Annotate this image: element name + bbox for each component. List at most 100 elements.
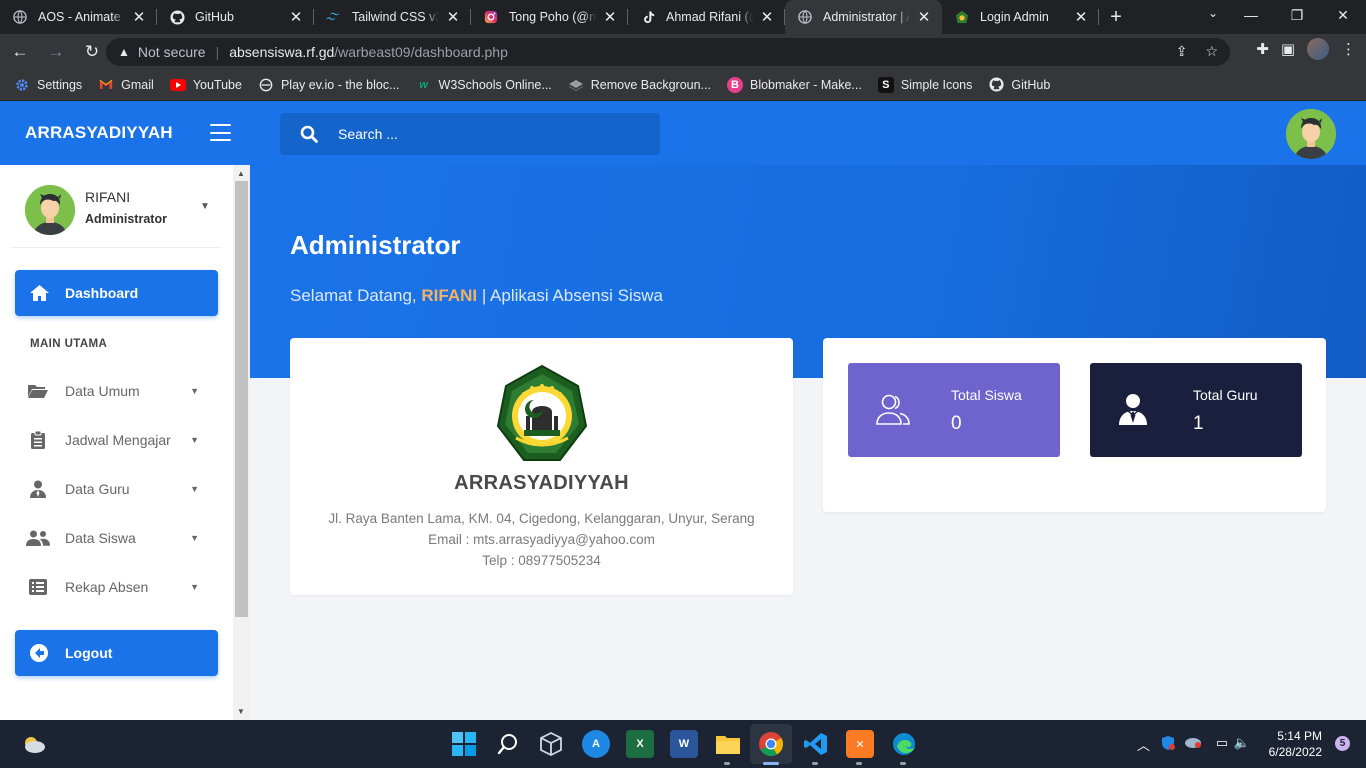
browser-tab[interactable]: AOS - Animate on scroll library ✕ — [0, 0, 157, 34]
address-bar[interactable]: ▲ Not secure | absensiswa.rf.gd/warbeast… — [106, 38, 1230, 66]
bookmark-item[interactable]: Gmail — [98, 77, 154, 93]
sidebar-scrollbar[interactable]: ▲ ▼ — [233, 165, 250, 720]
brand-title[interactable]: ARRASYADIYYAH — [25, 123, 173, 143]
tab-close-icon[interactable]: ✕ — [445, 8, 461, 26]
caret-down-icon: ▼ — [190, 435, 199, 445]
edge-icon[interactable] — [890, 730, 918, 758]
hamburger-menu-icon[interactable] — [210, 124, 231, 141]
bookmark-item[interactable]: S Simple Icons — [877, 76, 972, 93]
system-clock[interactable]: 5:14 PM 6/28/2022 — [1269, 728, 1322, 760]
tab-close-icon[interactable]: ✕ — [602, 8, 618, 26]
browser-tab[interactable]: GitHub ✕ — [157, 0, 314, 34]
gmail-icon — [98, 77, 114, 93]
globe-icon — [797, 9, 813, 25]
school-logo — [494, 364, 590, 464]
scroll-up-icon[interactable]: ▲ — [237, 169, 245, 178]
browser-tab[interactable]: Ahmad Rifani (@rifani) ✕ — [628, 0, 785, 34]
virtualbox-icon[interactable] — [537, 730, 565, 758]
globe-icon — [12, 9, 28, 25]
caret-down-icon: ▼ — [190, 533, 199, 543]
search-icon[interactable] — [280, 125, 338, 143]
side-panel-icon[interactable]: ▣ — [1281, 40, 1295, 58]
running-indicator — [900, 762, 906, 765]
logout-button[interactable]: Logout — [15, 630, 218, 676]
browser-tab[interactable]: Tong Poho (@rifani) ✕ — [471, 0, 628, 34]
tab-close-icon[interactable]: ✕ — [916, 8, 932, 26]
extensions-icon[interactable]: ✚ — [1256, 40, 1269, 58]
tab-close-icon[interactable]: ✕ — [131, 8, 147, 26]
browser-tab-active[interactable]: Administrator | Absensi ✕ — [785, 0, 942, 34]
top-avatar[interactable] — [1286, 109, 1336, 159]
chrome-icon[interactable] — [757, 730, 785, 758]
nav-item-label: Rekap Absen — [65, 579, 149, 595]
bookmark-item[interactable]: GitHub — [988, 77, 1050, 93]
bookmark-item[interactable]: B Blobmaker - Make... — [726, 76, 862, 93]
users-icon — [25, 530, 50, 546]
tray-overflow-icon[interactable]: ︿ — [1137, 735, 1150, 754]
welcome-text: Selamat Datang, RIFANI | Aplikasi Absens… — [290, 286, 663, 306]
notification-badge[interactable]: 5 — [1335, 736, 1350, 751]
excel-icon[interactable]: X — [626, 730, 654, 758]
share-icon[interactable]: ⇪ — [1176, 43, 1188, 60]
nav-item-rekap-absen[interactable]: Rekap Absen ▼ — [25, 572, 205, 602]
forward-icon[interactable]: → — [40, 36, 72, 68]
app-icon[interactable]: A — [582, 730, 610, 758]
xampp-icon[interactable]: ✕ — [846, 730, 874, 758]
nav-item-data-guru[interactable]: Data Guru ▼ — [25, 474, 205, 504]
bookmark-item[interactable]: w W3Schools Online... — [416, 77, 552, 93]
bookmark-item[interactable]: Settings — [14, 77, 82, 93]
search-input[interactable] — [338, 126, 638, 142]
warning-icon[interactable]: ▲ — [118, 45, 130, 59]
reload-icon[interactable]: ↻ — [76, 36, 108, 68]
stat-total-guru[interactable]: Total Guru 1 — [1090, 363, 1302, 457]
volume-icon[interactable]: 🔈 — [1234, 735, 1250, 751]
new-tab-button[interactable]: + — [1099, 0, 1133, 34]
nav-item-data-umum[interactable]: Data Umum ▼ — [25, 376, 205, 406]
file-explorer-icon[interactable] — [714, 730, 742, 758]
minimize-icon[interactable]: — — [1228, 0, 1274, 30]
close-window-icon[interactable]: ✕ — [1320, 0, 1366, 30]
scroll-down-icon[interactable]: ▼ — [237, 707, 245, 716]
back-icon[interactable]: ← — [4, 36, 36, 68]
removebg-icon — [568, 77, 584, 93]
list-icon — [25, 579, 50, 595]
nav-dashboard[interactable]: Dashboard — [15, 270, 218, 316]
nav-item-data-siswa[interactable]: Data Siswa ▼ — [25, 523, 205, 553]
word-icon[interactable]: W — [670, 730, 698, 758]
nav-item-jadwal-mengajar[interactable]: Jadwal Mengajar ▼ — [25, 425, 205, 455]
welcome-suffix: | Aplikasi Absensi Siswa — [481, 286, 663, 305]
avatar — [25, 185, 75, 235]
tab-close-icon[interactable]: ✕ — [759, 8, 775, 26]
search-icon[interactable] — [494, 730, 522, 758]
bookmark-label: GitHub — [1011, 77, 1051, 92]
weather-icon[interactable] — [20, 730, 48, 758]
user-panel[interactable]: RIFANI Administrator ▼ — [25, 185, 225, 235]
bookmark-item[interactable]: YouTube — [169, 77, 242, 93]
bookmark-item[interactable]: Remove Backgroun... — [568, 77, 711, 93]
page-title: Administrator — [290, 230, 461, 260]
tab-close-icon[interactable]: ✕ — [1073, 8, 1089, 26]
bookmark-star-icon[interactable]: ☆ — [1205, 43, 1218, 60]
clipboard-icon — [25, 431, 50, 449]
browser-tab[interactable]: Login Admin ✕ — [942, 0, 1099, 34]
restore-icon[interactable]: ❐ — [1274, 0, 1320, 30]
display-icon[interactable]: ▭ — [1216, 735, 1228, 751]
stat-value: 1 — [1193, 413, 1204, 434]
user-role: Administrator — [85, 212, 167, 226]
tab-search-icon[interactable]: ⌄ — [1208, 6, 1218, 20]
security-shield-icon[interactable] — [1160, 735, 1176, 754]
bookmark-item[interactable]: Play ev.io - the bloc... — [258, 77, 400, 93]
school-name: ARRASYADIYYAH — [454, 472, 629, 494]
cloud-sync-icon[interactable] — [1184, 735, 1202, 752]
profile-avatar[interactable] — [1307, 38, 1329, 60]
scrollbar-thumb[interactable] — [235, 181, 248, 617]
bookmark-label: Remove Backgroun... — [590, 77, 711, 92]
stat-total-siswa[interactable]: Total Siswa 0 — [848, 363, 1060, 457]
windows-start-icon[interactable] — [450, 730, 478, 758]
vscode-icon[interactable] — [802, 730, 830, 758]
tab-title: Administrator | Absensi — [823, 10, 910, 24]
menu-kebab-icon[interactable]: ⋮ — [1341, 40, 1356, 58]
browser-tab[interactable]: Tailwind CSS v3.1 ✕ — [314, 0, 471, 34]
tab-close-icon[interactable]: ✕ — [288, 8, 304, 26]
caret-down-icon[interactable]: ▼ — [200, 201, 210, 212]
